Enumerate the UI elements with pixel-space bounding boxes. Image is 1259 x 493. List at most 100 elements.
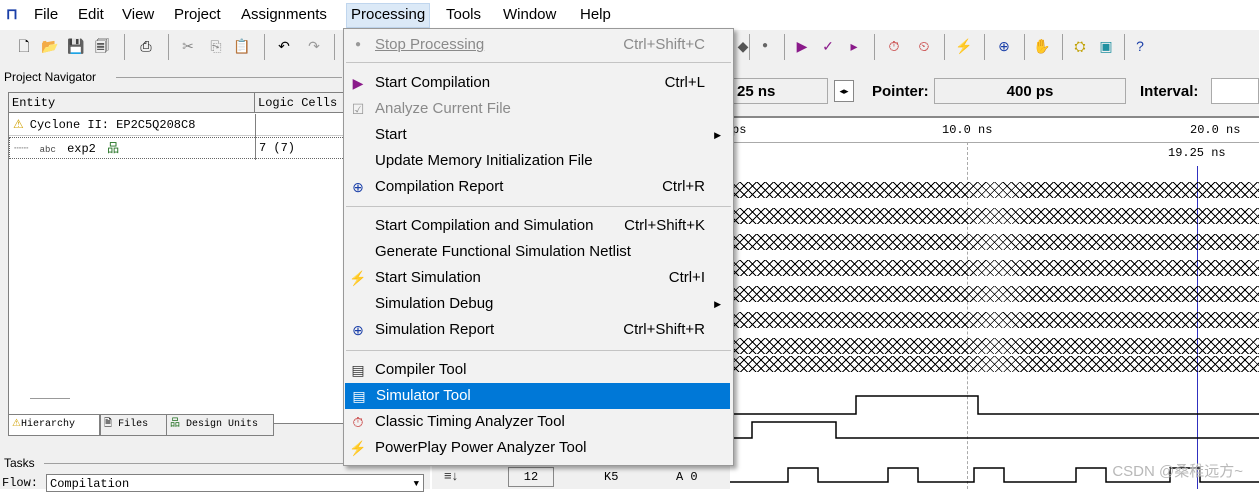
scale-right-label: 20.0 ns — [1190, 123, 1241, 137]
simulator-tool-icon: ▤ — [352, 388, 366, 404]
sort-icon[interactable]: ≡↓ — [444, 468, 458, 483]
menu-tools[interactable]: Tools — [446, 6, 481, 23]
bus-signal-5[interactable] — [730, 286, 1259, 302]
menu-item-generate-netlist[interactable]: Generate Functional Simulation Netlist — [344, 239, 733, 265]
tab-design-units[interactable]: 品 Design Units — [166, 414, 274, 436]
toolbar-separator — [784, 34, 785, 60]
undo-icon[interactable]: ↶ — [274, 36, 294, 56]
menu-item-label: Compiler Tool — [375, 361, 467, 378]
files-icon: 🗎 — [104, 419, 113, 430]
cursor-time-label: 19.25 ns — [1168, 146, 1226, 160]
menu-item-start-compilation[interactable]: ▶ Start Compilation Ctrl+L — [344, 70, 733, 96]
copy-icon[interactable]: ⎘ — [206, 36, 226, 56]
toolbar-separator — [1024, 34, 1025, 60]
cut-icon[interactable]: ✂ — [178, 36, 198, 56]
menu-file[interactable]: File — [34, 6, 58, 23]
report-icon[interactable]: ⊕ — [994, 36, 1014, 56]
toolbar-separator — [1062, 34, 1063, 60]
bus-signal-1[interactable] — [730, 182, 1259, 198]
play-icon: ▶ — [352, 75, 364, 91]
flow-select[interactable]: Compilation ▼ — [46, 474, 424, 492]
bus-signal-8[interactable] — [730, 356, 1259, 372]
programmer-icon[interactable]: ✋ — [1032, 36, 1052, 56]
chip-icon[interactable]: ◆ — [733, 36, 753, 56]
menu-item-compilation-report[interactable]: ⊕ Compilation Report Ctrl+R — [344, 174, 733, 200]
save-all-icon[interactable]: 🗐 — [92, 36, 112, 56]
stop-icon[interactable]: ● — [755, 36, 775, 56]
menu-help[interactable]: Help — [580, 6, 611, 23]
menu-item-shortcut: Ctrl+L — [664, 74, 705, 91]
hierarchy-icon: 品 — [107, 142, 120, 156]
submenu-arrow-icon: ▶ — [714, 299, 721, 309]
column-header-logic-cells[interactable]: Logic Cells — [255, 93, 345, 113]
pin-label: K5 — [604, 470, 619, 484]
menu-project[interactable]: Project — [174, 6, 221, 23]
tab-files[interactable]: 🗎 Files — [100, 414, 168, 436]
menu-item-simulator-tool[interactable]: ▤ Simulator Tool — [345, 383, 730, 409]
toolbar-separator — [168, 34, 169, 60]
menu-item-label: Simulation Report — [375, 321, 495, 338]
stop-icon: ● — [354, 39, 362, 50]
analysis-icon[interactable]: ✓ — [818, 36, 838, 56]
chip-planner-icon[interactable]: ▣ — [1096, 36, 1116, 56]
menu-item-start[interactable]: Start ▶ — [344, 122, 733, 148]
menu-item-stop-processing[interactable]: ● Stop Processing Ctrl+Shift+C — [344, 32, 733, 58]
save-icon[interactable]: 💾 — [66, 36, 86, 56]
toolbar-separator — [1124, 34, 1125, 60]
start-compilation-icon[interactable]: ▶ — [792, 36, 812, 56]
menu-item-label: Classic Timing Analyzer Tool — [375, 413, 565, 430]
menu-item-timing-analyzer-tool[interactable]: ⏱ Classic Timing Analyzer Tool — [344, 409, 733, 435]
print-icon[interactable]: ⎙ — [136, 36, 156, 56]
bus-signal-4[interactable] — [730, 260, 1259, 276]
simulation-icon[interactable]: ⚡ — [954, 36, 974, 56]
menu-item-start-simulation[interactable]: ⚡ Start Simulation Ctrl+I — [344, 265, 733, 291]
menu-item-simulation-report[interactable]: ⊕ Simulation Report Ctrl+Shift+R — [344, 317, 733, 343]
processing-menu: ● Stop Processing Ctrl+Shift+C ▶ Start C… — [343, 28, 734, 466]
help-icon[interactable]: ? — [1130, 36, 1150, 56]
timing-icon[interactable]: ⏱ — [884, 36, 904, 56]
chevron-down-icon[interactable]: ▼ — [414, 475, 419, 493]
menu-window[interactable]: Window — [503, 6, 556, 23]
fitter-icon[interactable]: ▸ — [844, 36, 864, 56]
toolbar-separator — [334, 34, 335, 60]
interval-label: Interval: — [1140, 83, 1199, 100]
redo-icon[interactable]: ↷ — [304, 36, 324, 56]
column-header-entity[interactable]: Entity — [9, 93, 255, 113]
menu-separator — [346, 206, 731, 207]
entity-label: exp2 — [67, 142, 96, 156]
pointer-value-box: 400 ps — [934, 78, 1126, 104]
menu-view[interactable]: View — [122, 6, 154, 23]
warning-icon: ⚠ — [12, 419, 21, 430]
menu-item-shortcut: Ctrl+I — [668, 269, 705, 286]
time-nav-arrows[interactable]: ◂▸ — [834, 80, 854, 102]
megawizard-icon[interactable]: ⛭ — [1070, 36, 1090, 56]
paste-icon[interactable]: 📋 — [232, 36, 252, 56]
waveform-node-strip: ≡↓ 12 K5 A 0 — [432, 464, 732, 489]
menu-item-compiler-tool[interactable]: ▤ Compiler Tool — [344, 357, 733, 383]
menu-item-analyze-current-file[interactable]: ☑ Analyze Current File — [344, 96, 733, 122]
bus-signal-3[interactable] — [730, 234, 1259, 250]
value-label: A 0 — [676, 470, 698, 484]
new-file-icon[interactable]: 🗋 — [14, 36, 34, 56]
menu-item-update-memory[interactable]: Update Memory Initialization File — [344, 148, 733, 174]
timing-analyzer-icon[interactable]: ⏲ — [914, 36, 934, 56]
menu-separator — [346, 350, 731, 351]
menu-item-powerplay-tool[interactable]: ⚡ PowerPlay Power Analyzer Tool — [344, 435, 733, 461]
menu-processing[interactable]: Processing — [346, 3, 431, 28]
app-logo-icon: ⊓ — [6, 6, 18, 23]
open-folder-icon[interactable]: 📂 — [40, 36, 60, 56]
menu-item-label: Start — [375, 126, 407, 143]
bus-signal-7[interactable] — [730, 338, 1259, 354]
menu-assignments[interactable]: Assignments — [241, 6, 327, 23]
menu-item-simulation-debug[interactable]: Simulation Debug ▶ — [344, 291, 733, 317]
menu-edit[interactable]: Edit — [78, 6, 104, 23]
menu-item-label: Start Compilation — [375, 74, 491, 91]
toolbar-separator — [944, 34, 945, 60]
splitter-handle[interactable] — [30, 398, 70, 399]
hierarchy-grid: Entity Logic Cells ⚠ Cyclone II: EP2C5Q20… — [8, 92, 346, 424]
tab-hierarchy[interactable]: ⚠Hierarchy — [8, 414, 100, 436]
tree-row-device[interactable]: ⚠ Cyclone II: EP2C5Q208C8 — [9, 114, 345, 136]
bus-signal-6[interactable] — [730, 312, 1259, 328]
bus-signal-2[interactable] — [730, 208, 1259, 224]
menu-item-compile-and-simulate[interactable]: Start Compilation and Simulation Ctrl+Sh… — [344, 213, 733, 239]
